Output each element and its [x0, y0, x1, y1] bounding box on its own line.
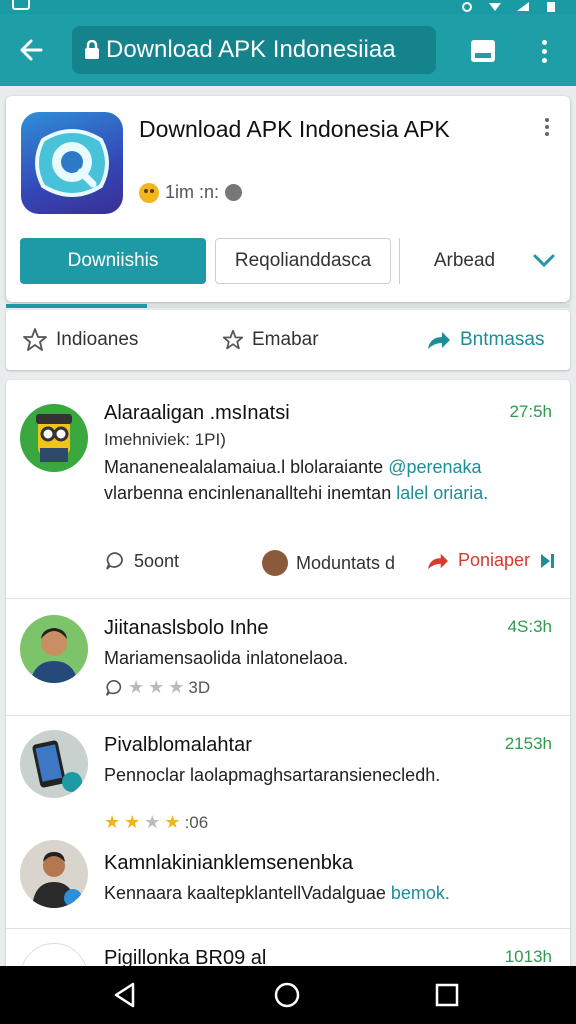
reply-label: Poniaper [458, 550, 531, 570]
battery-icon [547, 2, 555, 12]
post-text: Pennoclar laolapmaghsartaransienecledh. [104, 765, 441, 785]
app-card: Download APK Indonesia APK 1im :n: Downi… [6, 96, 570, 302]
rating-text: 3D [188, 677, 211, 697]
avatar [20, 730, 88, 798]
forward-icon [541, 553, 555, 568]
list-item[interactable]: Alaraaligan .msInatsi 27:5h Imehniviek: … [6, 380, 570, 598]
share-label: Bntmasas [460, 329, 545, 350]
download-progress [6, 304, 570, 308]
signal-icon [517, 2, 529, 11]
list-item[interactable]: Pivalblomalahtar 2153h Pennoclar laolapm… [6, 716, 570, 836]
back-arrow-icon [20, 39, 43, 61]
author-stat-label: Moduntats d [296, 552, 396, 573]
share-action[interactable]: Bntmasas [426, 310, 544, 370]
star-icon: ★ [128, 677, 145, 697]
post-time: 1013h [504, 947, 552, 966]
lock-icon [85, 40, 99, 59]
notification-icon [12, 0, 30, 10]
post-text: Kennaara kaaltepklantellVadalguae bemok. [104, 883, 450, 903]
rating: ★ ★ ★ 3D [104, 677, 210, 698]
star-icon: ★ [104, 812, 121, 832]
rate-action[interactable]: Emabar [222, 310, 319, 370]
star-outline-icon [23, 328, 47, 351]
star-icon: ★ [124, 812, 141, 832]
rating: ★ ★ ★ ★ :06 [104, 812, 208, 833]
mention-link[interactable]: @perenaka [388, 457, 481, 477]
author-stat[interactable]: Moduntats d [262, 550, 395, 576]
download-button[interactable]: Downiishis [20, 238, 206, 284]
reply-action[interactable]: Poniaper [426, 550, 558, 571]
progress-fill [6, 304, 147, 308]
post-author: Jiitanaslsbolo Inhe [104, 617, 269, 639]
likes-stat[interactable]: 5oont [104, 550, 179, 572]
nav-back-icon[interactable] [110, 980, 140, 1010]
nav-recents-icon[interactable] [432, 980, 462, 1010]
chevron-down-icon[interactable] [530, 248, 558, 274]
post-time: 4S:3h [507, 617, 552, 636]
app-icon [21, 112, 123, 214]
star-icon: ★ [168, 677, 185, 697]
likes-count: 5oont [134, 550, 180, 571]
post-author: Alaraaligan .msInatsi [104, 402, 290, 424]
star-icon: ★ [144, 812, 161, 832]
comment-icon [105, 679, 122, 696]
tag-link[interactable]: bemok. [391, 883, 450, 903]
system-nav-bar [0, 966, 576, 1024]
app-meta: 1im :n: [139, 182, 243, 203]
follow-label: Indioanes [56, 329, 139, 350]
rate-label: Emabar [252, 329, 319, 350]
avatar [20, 404, 88, 472]
url-bar[interactable]: Download APK Indonesiiaa [72, 26, 436, 74]
avatar [20, 615, 88, 683]
bookmark-icon[interactable] [468, 36, 498, 66]
post-author: Kamnlakinianklemsenenbka [104, 852, 354, 874]
post-text: Mariamensaolida inlatonelaoa. [104, 648, 349, 668]
post-author: Pivalblomalahtar [104, 734, 252, 756]
star-icon [222, 329, 244, 350]
wifi-icon [489, 3, 501, 11]
globe-icon [225, 184, 243, 201]
app-meta-text: 1im :n: [165, 182, 220, 202]
app-title: Download APK Indonesia APK [139, 116, 450, 142]
post-time: 2153h [504, 734, 552, 753]
back-button[interactable] [0, 14, 62, 86]
review-feed: Alaraaligan .msInatsi 27:5h Imehniviek: … [6, 380, 570, 970]
more-vert-icon[interactable] [528, 34, 560, 68]
small-avatar [262, 550, 288, 576]
share-arrow-icon [428, 332, 450, 349]
action-bar: Indioanes Emabar Bntmasas [6, 310, 570, 370]
rating-text: :06 [184, 812, 209, 832]
status-bar [0, 0, 576, 14]
post-time: 27:5h [509, 402, 552, 421]
star-icon: ★ [164, 812, 181, 832]
post-text: Mananenealalamaiua.l blolaraiante @peren… [104, 457, 489, 503]
star-icon: ★ [148, 677, 165, 697]
card-more-icon[interactable] [542, 118, 552, 142]
hashtag-link[interactable]: lalel oriaria. [396, 483, 488, 503]
spread-button[interactable]: Arbead [399, 238, 529, 284]
top-app-bar: Download APK Indonesiiaa [0, 14, 576, 86]
nav-home-icon[interactable] [272, 980, 302, 1010]
reply-arrow-icon [428, 553, 448, 569]
list-item[interactable]: Jiitanaslsbolo Inhe 4S:3h Mariamensaolid… [6, 599, 570, 715]
url-text: Download APK Indonesiiaa [106, 36, 396, 63]
sync-icon [462, 2, 472, 12]
comment-icon [106, 552, 123, 570]
search-logo-icon [35, 129, 109, 197]
follow-action[interactable]: Indioanes [22, 310, 138, 370]
recommend-button[interactable]: Reqolianddasca [215, 238, 391, 284]
post-subtitle: Imehniviek: 1PI) [104, 430, 226, 449]
emoji-icon [139, 182, 159, 203]
list-item[interactable]: Pigillonka BR09 al 1013h [6, 929, 570, 970]
list-item[interactable]: Kamnlakinianklemsenenbka Kennaara kaalte… [6, 836, 570, 928]
avatar [20, 840, 88, 908]
